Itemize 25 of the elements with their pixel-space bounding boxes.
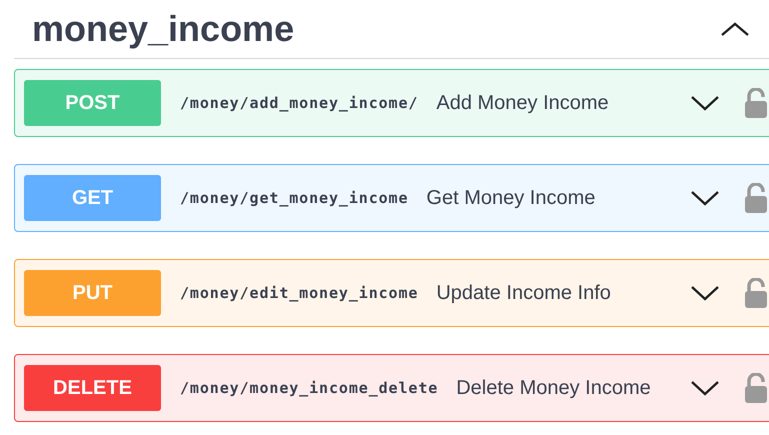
lock-icon[interactable]: [744, 88, 768, 118]
endpoint-path: /money/money_income_delete: [180, 378, 438, 399]
method-badge: GET: [24, 175, 161, 221]
method-badge: DELETE: [24, 365, 161, 411]
section-title: money_income: [32, 8, 294, 50]
lock-icon[interactable]: [744, 183, 768, 213]
operation-block[interactable]: GET /money/get_money_income Get Money Income: [14, 164, 769, 232]
method-badge: POST: [24, 80, 161, 126]
endpoint-path: /money/add_money_income/: [180, 93, 418, 114]
chevron-icon[interactable]: [690, 95, 720, 111]
operation-block[interactable]: DELETE /money/money_income_delete Delete Money Income: [14, 354, 769, 422]
endpoint-path: /money/get_money_income: [180, 188, 408, 209]
lock-icon[interactable]: [744, 278, 768, 308]
endpoint-summary: Update Income Info: [436, 280, 611, 306]
operation-block[interactable]: POST /money/add_money_income/ Add Money Income: [14, 69, 769, 137]
method-badge: PUT: [24, 270, 161, 316]
endpoint-summary: Add Money Income: [436, 90, 609, 116]
endpoint-path: /money/edit_money_income: [180, 283, 418, 304]
chevron-icon[interactable]: [720, 22, 750, 36]
endpoint-summary: Delete Money Income: [456, 376, 651, 400]
chevron-icon[interactable]: [690, 190, 720, 206]
chevron-icon[interactable]: [690, 285, 720, 301]
endpoint-summary: Get Money Income: [426, 186, 596, 210]
chevron-icon[interactable]: [690, 380, 720, 396]
operation-block[interactable]: PUT /money/edit_money_income Update Income Info: [14, 259, 769, 327]
